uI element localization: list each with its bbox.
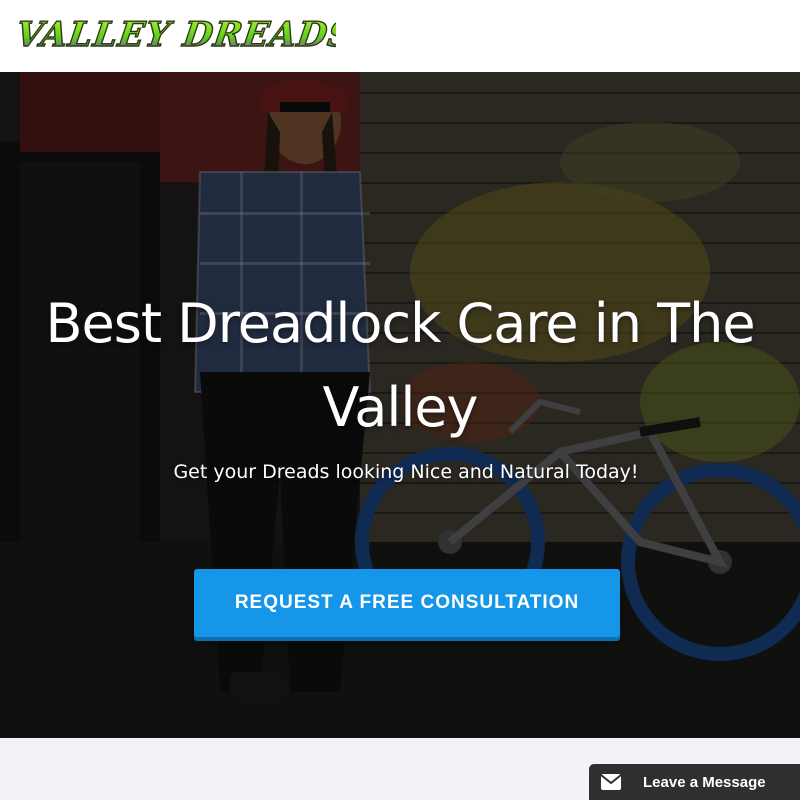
leave-message-label: Leave a Message	[643, 773, 766, 791]
site-header: VALLEY DREADS	[0, 0, 800, 72]
logo-graphic: VALLEY DREADS	[16, 14, 336, 55]
valley-dreads-logo[interactable]: VALLEY DREADS	[16, 10, 336, 58]
logo-text: VALLEY DREADS	[16, 15, 336, 55]
request-consultation-button[interactable]: REQUEST A FREE CONSULTATION	[194, 569, 620, 637]
hero-subtitle: Get your Dreads looking Nice and Natural…	[173, 461, 639, 483]
envelope-icon	[601, 774, 621, 790]
leave-message-widget[interactable]: Leave a Message	[589, 764, 800, 800]
hero-title: Best Dreadlock Care in The Valley	[45, 292, 755, 439]
hero-section: Best Dreadlock Care in The Valley Get yo…	[0, 72, 800, 738]
